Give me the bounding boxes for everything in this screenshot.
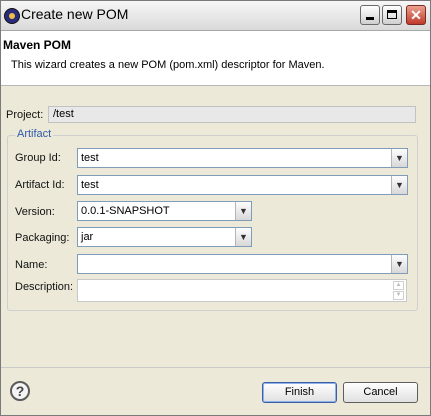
version-value: 0.0.1-SNAPSHOT — [81, 205, 170, 217]
description-scrollbar[interactable]: ▲ ▼ — [393, 281, 404, 300]
packaging-value: jar — [81, 231, 94, 243]
scroll-down-icon[interactable]: ▼ — [393, 291, 404, 300]
help-icon[interactable]: ? — [10, 381, 30, 401]
artifact-legend: Artifact — [15, 128, 54, 140]
chevron-down-icon[interactable]: ▼ — [235, 202, 251, 220]
group-id-value: test — [81, 152, 99, 164]
packaging-label: Packaging: — [15, 232, 70, 244]
title-bar[interactable]: Create new POM ✕ — [1, 1, 430, 31]
chevron-down-icon[interactable]: ▼ — [391, 255, 407, 273]
wizard-banner: Maven POM This wizard creates a new POM … — [1, 31, 430, 86]
window-title: Create new POM — [21, 6, 129, 22]
project-label: Project: — [6, 109, 44, 121]
chevron-down-icon[interactable]: ▼ — [391, 176, 407, 194]
dialog-window: Create new POM ✕ Maven POM This wizard c… — [0, 0, 431, 416]
artifact-id-combo[interactable]: test ▼ — [77, 175, 408, 195]
group-id-combo[interactable]: test ▼ — [77, 148, 408, 168]
cancel-button[interactable]: Cancel — [343, 382, 418, 403]
close-icon: ✕ — [410, 7, 422, 23]
scroll-up-icon[interactable]: ▲ — [393, 281, 404, 290]
chevron-down-icon[interactable]: ▼ — [391, 149, 407, 167]
banner-title: Maven POM — [3, 38, 72, 52]
eclipse-icon — [4, 8, 20, 24]
version-combo[interactable]: 0.0.1-SNAPSHOT ▼ — [77, 201, 252, 221]
version-label: Version: — [15, 206, 55, 218]
group-id-label: Group Id: — [15, 152, 61, 164]
maximize-button[interactable] — [382, 5, 402, 25]
button-bar-separator — [1, 367, 430, 368]
name-combo[interactable]: ▼ — [77, 254, 408, 274]
description-textarea[interactable]: ▲ ▼ — [77, 279, 407, 302]
minimize-button[interactable] — [360, 5, 380, 25]
name-label: Name: — [15, 259, 48, 271]
artifact-id-value: test — [81, 179, 99, 191]
finish-button[interactable]: Finish — [262, 382, 337, 403]
banner-description: This wizard creates a new POM (pom.xml) … — [11, 59, 325, 71]
description-label: Description: — [15, 281, 74, 293]
artifact-id-label: Artifact Id: — [15, 179, 65, 191]
close-button[interactable]: ✕ — [406, 5, 426, 25]
project-field: /test — [48, 106, 416, 123]
chevron-down-icon[interactable]: ▼ — [235, 228, 251, 246]
packaging-combo[interactable]: jar ▼ — [77, 227, 252, 247]
